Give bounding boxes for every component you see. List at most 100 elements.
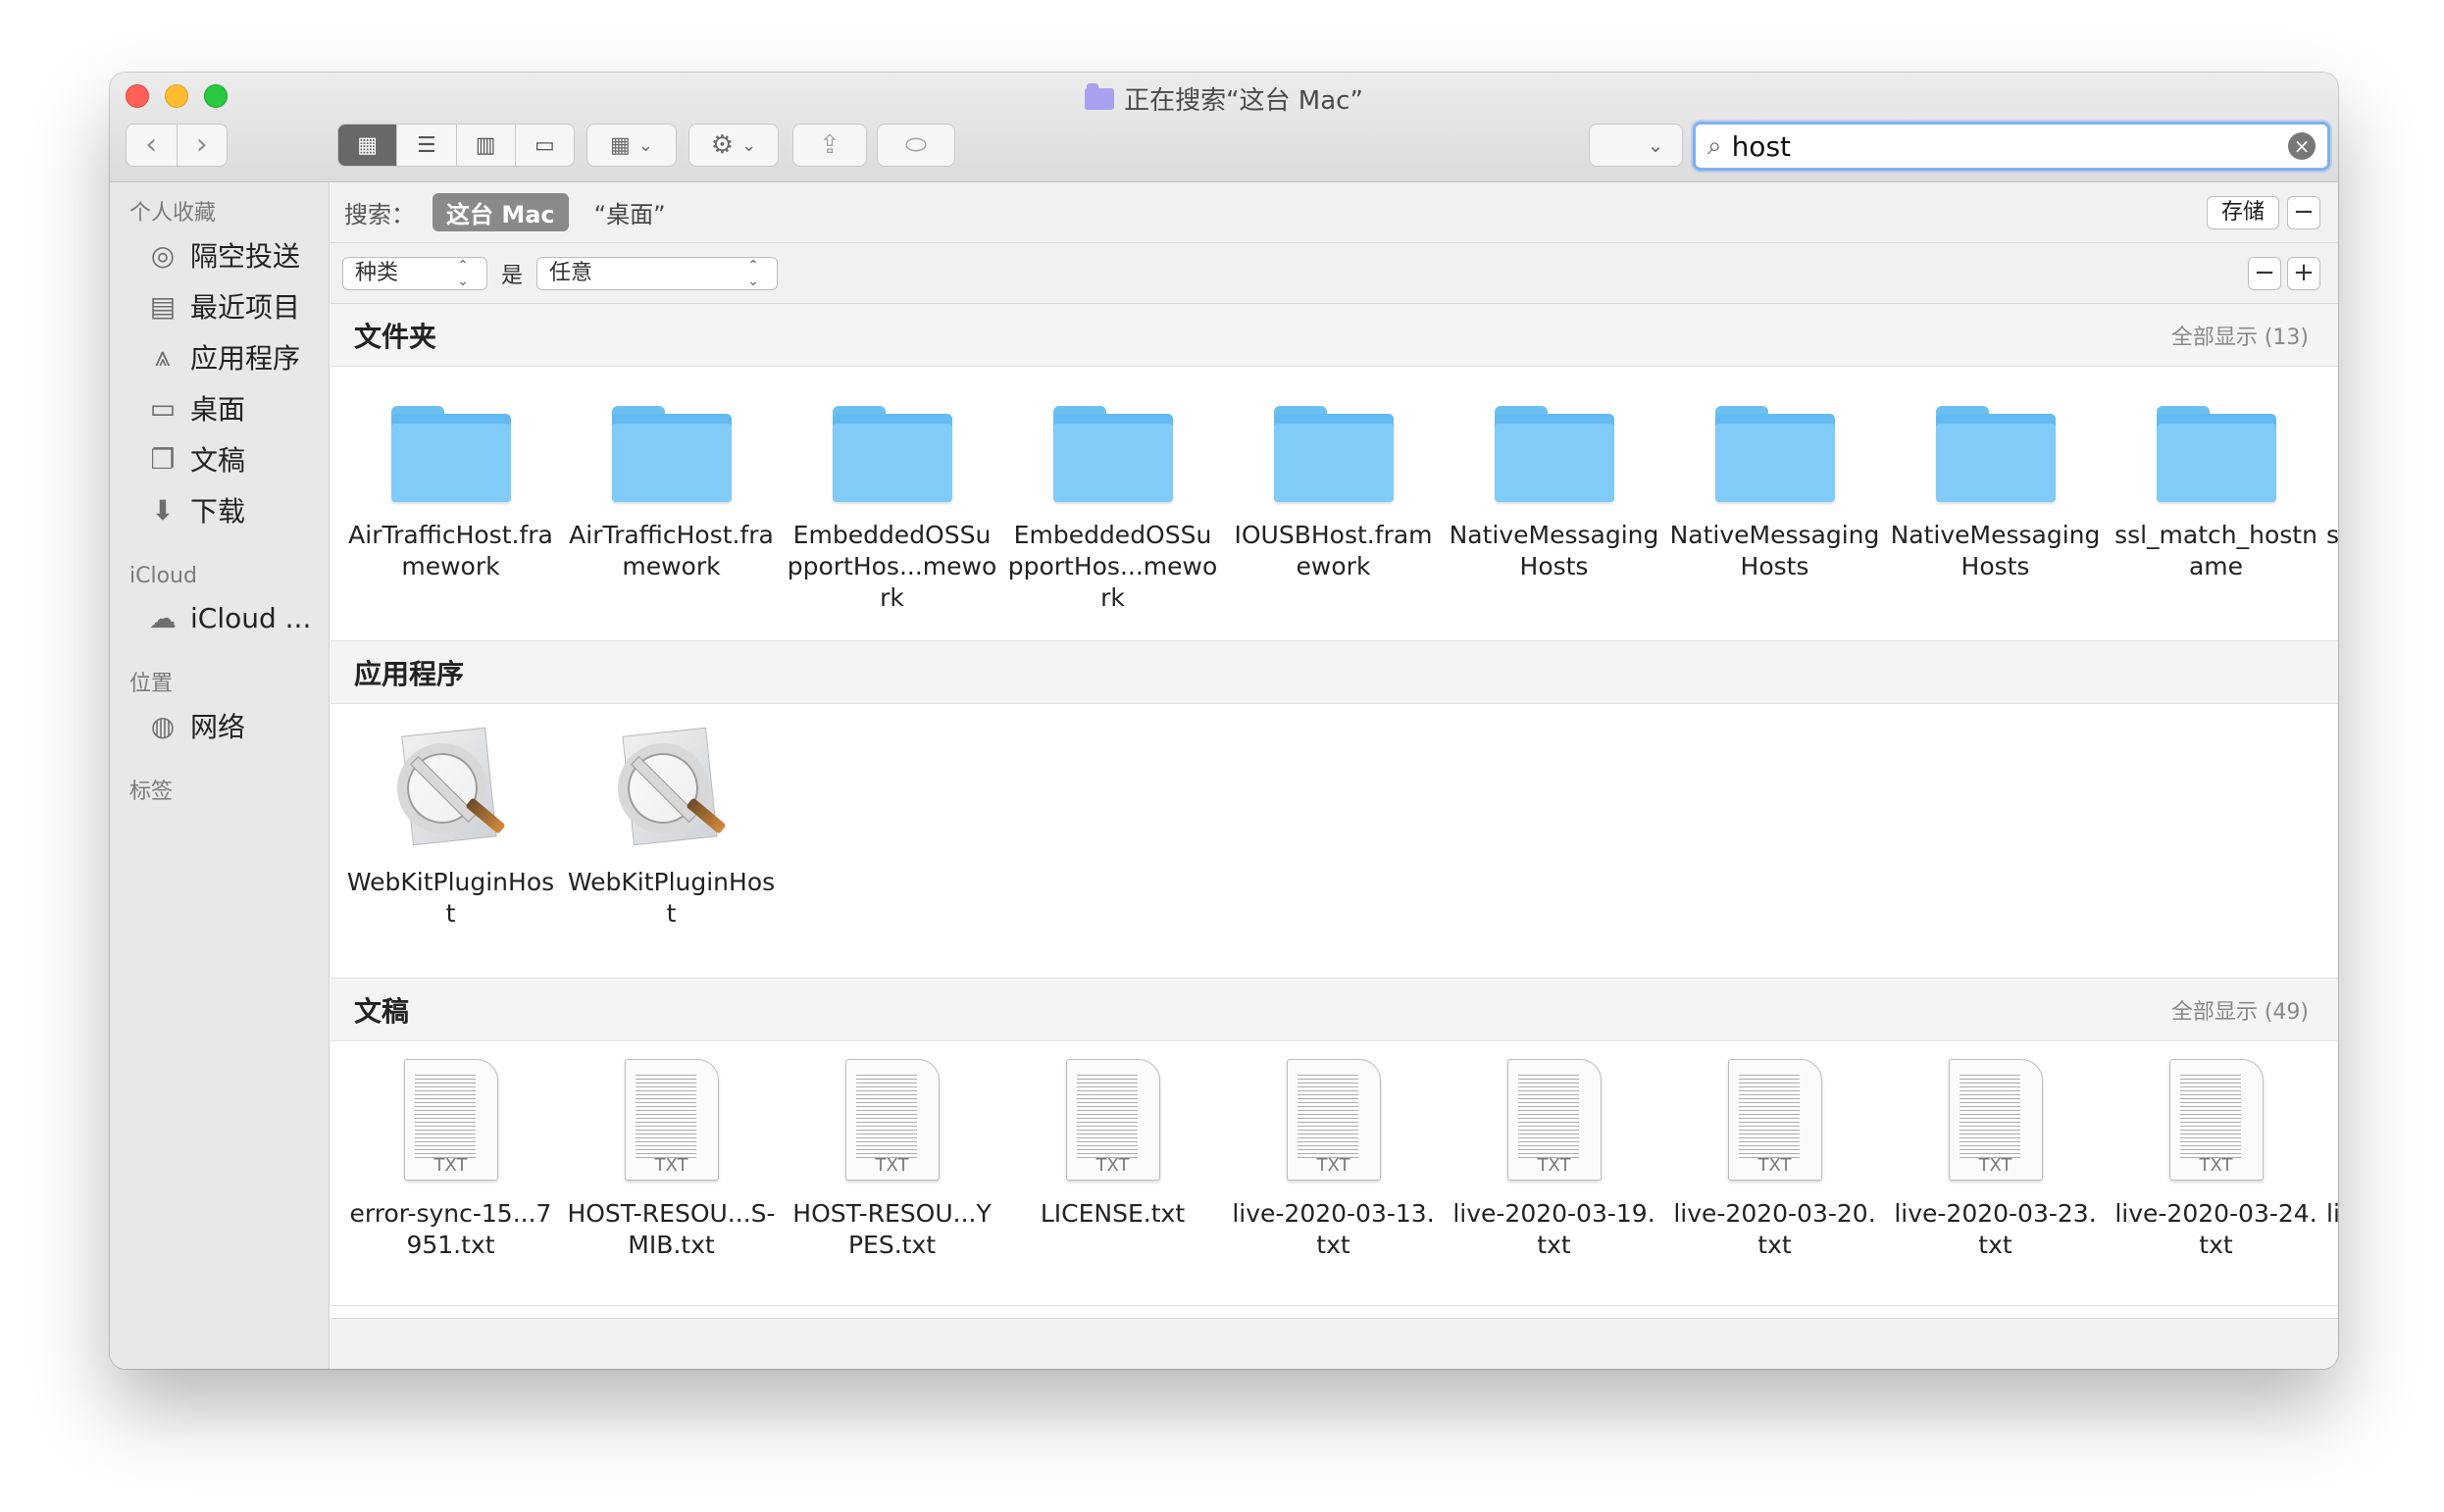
- folder-item[interactable]: EmbeddedOSSupportHos...mework: [1002, 367, 1223, 614]
- applications-section: WebKitPluginHost WebKitPluginHost: [331, 704, 2338, 979]
- sidebar-item-icloud-drive[interactable]: ☁ iCloud ...: [110, 592, 329, 643]
- rule-value-select[interactable]: 任意: [536, 256, 779, 290]
- folder-icon: [1494, 406, 1614, 502]
- search-scope-dropdown[interactable]: ⌄: [1589, 124, 1683, 167]
- sidebar-item-label: 桌面: [190, 393, 246, 426]
- document-item[interactable]: TXT live-2020-03-19.txt: [1444, 1041, 1664, 1261]
- folder-item[interactable]: AirTrafficHost.framework: [340, 367, 561, 614]
- window-title-area: 正在搜索“这台 Mac”: [110, 80, 2338, 117]
- documents-row: TXT error-sync-15...7951.txt TXT HOST-RE…: [331, 1041, 2338, 1261]
- folder-icon: [1052, 406, 1173, 502]
- add-rule-button[interactable]: +: [2287, 257, 2320, 290]
- nav-button-group: ‹ ›: [126, 124, 228, 167]
- app-item[interactable]: WebKitPluginHost: [561, 704, 782, 930]
- network-icon: ◍: [150, 709, 176, 742]
- document-item[interactable]: TXT LICENSE.txt: [1002, 1041, 1223, 1261]
- item-label: HOST-RESOU...YPES.txt: [792, 1199, 992, 1259]
- gear-icon: ⚙: [710, 130, 735, 160]
- text-file-icon: TXT: [844, 1059, 940, 1181]
- sidebar-item-label: iCloud ...: [190, 601, 312, 634]
- applications-row: WebKitPluginHost WebKitPluginHost: [331, 704, 2338, 930]
- sidebar-header-locations: 位置: [129, 672, 174, 696]
- search-field[interactable]: ⌕ ×: [1693, 122, 2330, 171]
- sidebar-item-label: 文稿: [190, 444, 246, 477]
- item-label: IOUSBHost.framework: [1234, 521, 1433, 580]
- applications-icon: ⩓: [155, 340, 171, 373]
- tag-button[interactable]: ⬭: [877, 124, 955, 167]
- clear-search-icon[interactable]: ×: [2288, 132, 2316, 160]
- document-item[interactable]: li: [2326, 1041, 2338, 1261]
- icon-view-button[interactable]: ▦: [338, 125, 398, 166]
- rule-attribute-select[interactable]: 种类: [342, 256, 487, 290]
- folder-item[interactable]: s: [2326, 367, 2338, 614]
- sidebar-item-applications[interactable]: ⩓ 应用程序: [110, 331, 329, 382]
- text-file-icon: TXT: [1286, 1059, 1381, 1181]
- sidebar-item-desktop[interactable]: ▭ 桌面: [110, 382, 329, 433]
- show-all-documents-link[interactable]: 全部显示 (49): [2171, 994, 2309, 1026]
- documents-section: TXT error-sync-15...7951.txt TXT HOST-RE…: [331, 1041, 2338, 1306]
- documents-icon: ❐: [150, 442, 176, 476]
- remove-search-button[interactable]: −: [2287, 196, 2320, 229]
- action-menu-button[interactable]: ⚙ ⌄: [688, 124, 779, 167]
- app-prohibited-icon: [612, 727, 732, 853]
- item-label: NativeMessagingHosts: [1669, 521, 1880, 580]
- folder-item[interactable]: EmbeddedOSSupportHos...mework: [782, 367, 1002, 614]
- show-all-folders-link[interactable]: 全部显示 (13): [2171, 320, 2309, 351]
- app-item[interactable]: WebKitPluginHost: [340, 704, 561, 930]
- forward-button[interactable]: ›: [178, 125, 228, 166]
- cloud-icon: ☁: [149, 601, 177, 634]
- scope-desktop[interactable]: “桌面”: [594, 195, 666, 229]
- item-label: HOST-RESOU...S-MIB.txt: [567, 1199, 776, 1259]
- app-prohibited-icon: [391, 727, 511, 853]
- tag-icon: ⬭: [904, 129, 928, 160]
- sidebar-item-documents[interactable]: ❐ 文稿: [110, 433, 329, 484]
- document-item[interactable]: TXT live-2020-03-20.txt: [1664, 1041, 1885, 1261]
- document-item[interactable]: TXT live-2020-03-24.txt: [2106, 1041, 2326, 1261]
- folder-item[interactable]: NativeMessagingHosts: [1885, 367, 2106, 614]
- item-label: AirTrafficHost.framework: [348, 521, 553, 580]
- folder-item[interactable]: ssl_match_hostname: [2106, 367, 2326, 614]
- gallery-view-button[interactable]: ▭: [516, 125, 574, 166]
- search-icon: ⌕: [1707, 130, 1722, 161]
- sidebar-item-network[interactable]: ◍ 网络: [110, 700, 329, 751]
- save-search-button[interactable]: 存储: [2206, 196, 2279, 229]
- chevron-down-icon: ⌄: [1647, 133, 1664, 157]
- sidebar-item-recents[interactable]: ▤ 最近项目: [110, 280, 329, 331]
- search-input[interactable]: [1731, 129, 2288, 163]
- scope-this-mac[interactable]: 这台 Mac: [433, 193, 569, 231]
- document-item[interactable]: TXT live-2020-03-23.txt: [1885, 1041, 2106, 1261]
- airdrop-icon: ◎: [150, 238, 176, 272]
- sidebar-item-downloads[interactable]: ⬇ 下载: [110, 484, 329, 535]
- folder-item[interactable]: NativeMessagingHosts: [1664, 367, 1885, 614]
- remove-rule-button[interactable]: −: [2248, 257, 2281, 290]
- document-item[interactable]: TXT live-2020-03-13.txt: [1223, 1041, 1444, 1261]
- document-item[interactable]: TXT HOST-RESOU...YPES.txt: [782, 1041, 1002, 1261]
- recents-icon: ▤: [149, 289, 177, 323]
- item-label: live-2020-03-20.txt: [1673, 1199, 1876, 1259]
- item-label: live-2020-03-23.txt: [1894, 1199, 2097, 1259]
- share-button[interactable]: ⇪: [792, 124, 867, 167]
- text-file-icon: TXT: [1506, 1059, 1602, 1181]
- folder-icon: [1273, 406, 1394, 502]
- folder-item[interactable]: AirTrafficHost.framework: [561, 367, 782, 614]
- sidebar-item-airdrop[interactable]: ◎ 隔空投送: [110, 229, 329, 280]
- document-item[interactable]: TXT HOST-RESOU...S-MIB.txt: [561, 1041, 782, 1261]
- item-label: live-2020-03-19.txt: [1452, 1199, 1655, 1259]
- chevron-down-icon: ⌄: [741, 134, 757, 156]
- window-title: 正在搜索“这台 Mac”: [1124, 86, 1363, 116]
- section-header-applications: 应用程序: [331, 641, 2338, 704]
- text-file-icon: TXT: [2168, 1059, 2264, 1181]
- section-header-folders: 文件夹 全部显示 (13): [331, 304, 2338, 367]
- back-button[interactable]: ‹: [127, 125, 178, 166]
- rule-buttons: − +: [2248, 257, 2320, 290]
- item-label: LICENSE.txt: [1040, 1199, 1186, 1228]
- group-by-button[interactable]: ▦ ⌄: [586, 124, 677, 167]
- sidebar-header-favorites: 个人收藏: [129, 201, 217, 226]
- text-file-icon: TXT: [403, 1059, 498, 1181]
- folder-item[interactable]: IOUSBHost.framework: [1223, 367, 1444, 614]
- folder-icon: [2156, 406, 2276, 502]
- folder-item[interactable]: NativeMessagingHosts: [1444, 367, 1664, 614]
- document-item[interactable]: TXT error-sync-15...7951.txt: [340, 1041, 561, 1261]
- column-view-button[interactable]: ▥: [457, 125, 516, 166]
- list-view-button[interactable]: ☰: [397, 125, 457, 166]
